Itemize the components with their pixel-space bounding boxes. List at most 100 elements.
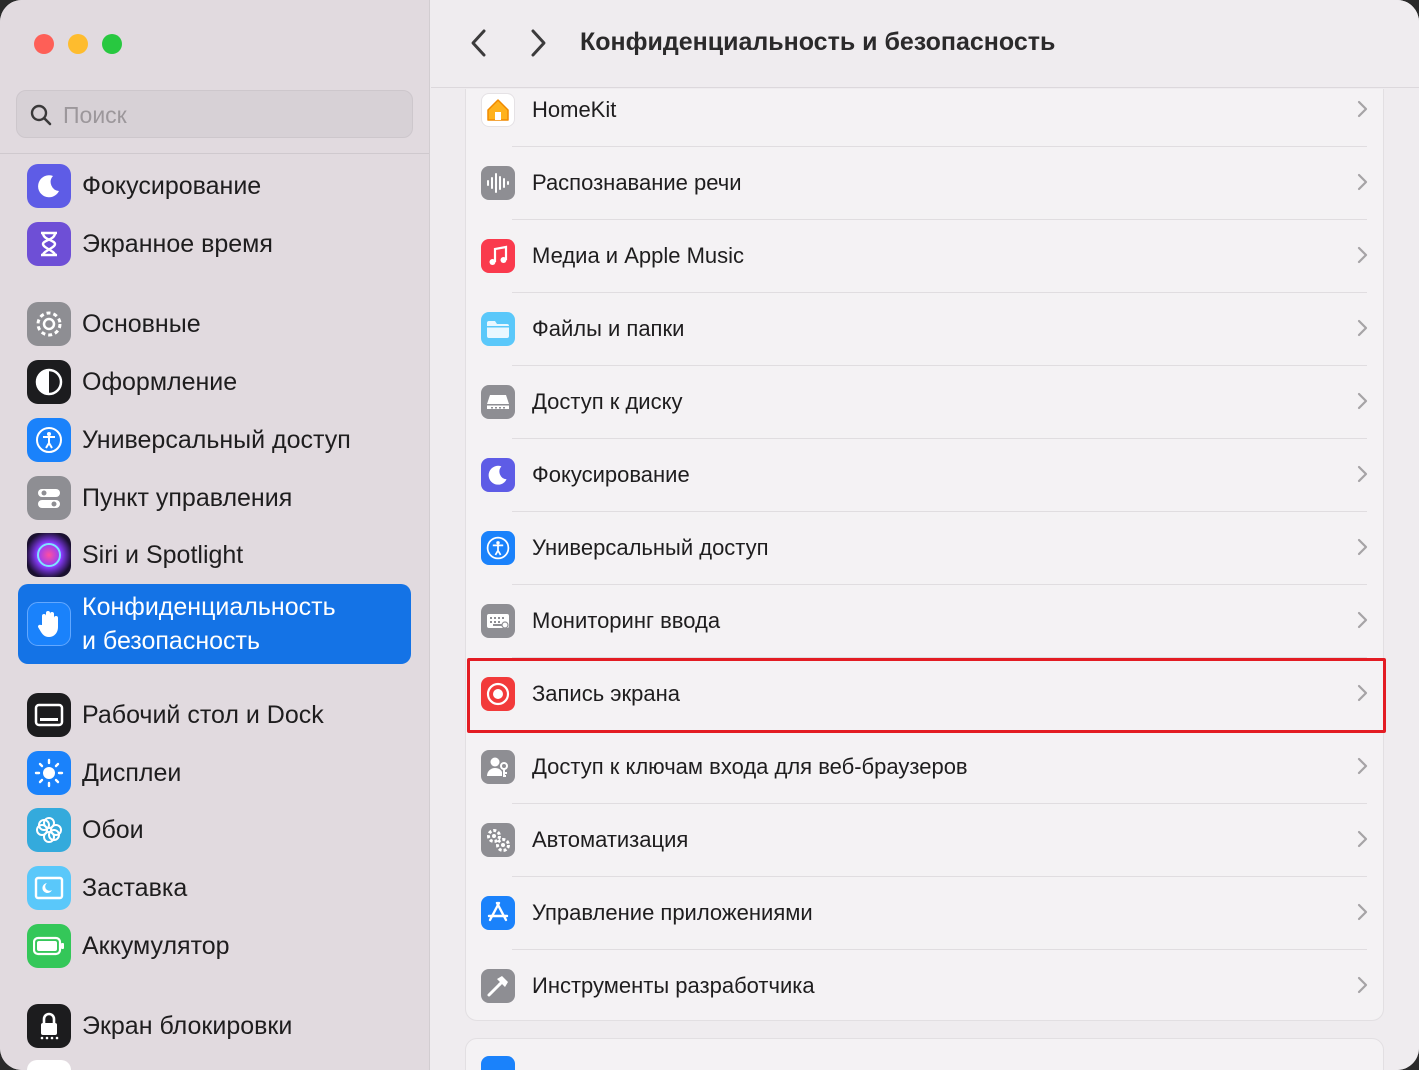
minimize-button[interactable] [68,34,88,54]
chevron-right-icon [1357,173,1368,191]
sidebar-item-label: Фокусирование [82,172,262,200]
row-label: Доступ к диску [532,388,683,414]
home-icon [481,92,515,127]
sidebar-item-label: Заставка [82,874,188,902]
sidebar-item-screen-time[interactable]: Экранное время [18,217,411,271]
control-center-icon [27,476,71,520]
privacy-row-homekit[interactable]: HomeKit [467,73,1384,146]
sidebar-item-general[interactable]: Основные [18,297,411,351]
sidebar-item-label: Универсальный доступ [82,426,351,454]
sidebar-item-siri[interactable]: Siri и Spotlight [18,528,411,582]
settings-window: Поиск Фокусирование Экранное время Основ… [0,0,1419,1070]
lock-icon [27,1004,71,1048]
privacy-row-automation[interactable]: Автоматизация [467,803,1384,876]
row-label: Универсальный доступ [532,534,769,560]
privacy-row-files-folders[interactable]: Файлы и папки [467,292,1384,365]
next-group [465,1038,1384,1070]
row-label: Фокусирование [532,461,690,487]
sidebar: Поиск Фокусирование Экранное время Основ… [0,0,430,1070]
row-label: Мониторинг ввода [532,607,721,633]
sidebar-item-battery[interactable]: Аккумулятор [18,919,411,973]
chevron-right-icon [1357,465,1368,483]
privacy-row-input-monitoring[interactable]: Мониторинг ввода [467,584,1384,657]
row-label: Файлы и папки [532,315,685,341]
chevron-right-icon [1357,757,1368,775]
back-button[interactable] [464,26,494,60]
sidebar-item-wallpaper[interactable]: Обои [18,803,411,857]
close-button[interactable] [34,34,54,54]
siri-icon [27,533,71,577]
hammer-icon [481,968,515,1003]
sidebar-item-displays[interactable]: Дисплеи [18,746,411,800]
next-row-icon [481,1056,515,1070]
sidebar-item-lock-screen[interactable]: Экран блокировки [18,999,411,1053]
row-label: Инструменты разработчика [532,972,815,998]
chevron-right-icon [1357,319,1368,337]
privacy-row-speech-recognition[interactable]: Распознавание речи [467,146,1384,219]
chevron-right-icon [1357,246,1368,264]
app-store-icon [481,895,515,930]
waveform-icon [481,165,515,200]
sidebar-item-next-icon [27,1060,71,1070]
folder-icon [481,311,515,346]
privacy-row-focus[interactable]: Фокусирование [467,438,1384,511]
sidebar-item-control-center[interactable]: Пункт управления [18,471,411,525]
sidebar-item-focus[interactable]: Фокусирование [18,159,411,213]
accessibility-icon [481,530,515,565]
disk-icon [481,384,515,419]
chevron-right-icon [1357,392,1368,410]
forward-button[interactable] [523,26,553,60]
sidebar-item-screensaver[interactable]: Заставка [18,861,411,915]
gears-icon [481,822,515,857]
sidebar-item-privacy-security[interactable]: Конфиденциальность и безопасность [18,584,411,664]
chevron-right-icon [1357,830,1368,848]
battery-icon [27,924,71,968]
music-note-icon [481,238,515,273]
window-controls [34,34,122,54]
sidebar-item-label: Дисплеи [82,759,182,787]
row-label: Доступ к ключам входа для веб-браузеров [532,753,968,779]
privacy-row-disk-access[interactable]: Доступ к диску [467,365,1384,438]
row-label: Распознавание речи [532,169,742,195]
row-label: HomeKit [532,96,617,122]
search-placeholder: Поиск [63,102,127,128]
chevron-right-icon [1357,611,1368,629]
privacy-row-screen-recording[interactable]: Запись экрана [467,657,1384,730]
sidebar-item-appearance[interactable]: Оформление [18,355,411,409]
zoom-button[interactable] [102,34,122,54]
screensaver-icon [27,866,71,910]
dock-icon [27,693,71,737]
search-field[interactable]: Поиск [16,90,413,138]
row-label: Управление приложениями [532,899,813,925]
chevron-right-icon [1357,976,1368,994]
sidebar-item-desktop-dock[interactable]: Рабочий стол и Dock [18,688,411,742]
sidebar-item-label: Основные [82,310,201,338]
sidebar-item-label: Аккумулятор [82,932,230,960]
sidebar-item-label: Экран блокировки [82,1012,293,1040]
gear-icon [27,302,71,346]
privacy-row-passkeys-browsers[interactable]: Доступ к ключам входа для веб-браузеров [467,730,1384,803]
privacy-row-developer-tools[interactable]: Инструменты разработчика [467,949,1384,1022]
sidebar-item-accessibility[interactable]: Универсальный доступ [18,413,411,467]
brightness-icon [27,751,71,795]
appearance-icon [27,360,71,404]
moon-icon [27,164,71,208]
chevron-right-icon [1357,538,1368,556]
flower-icon [27,808,71,852]
privacy-row-media-music[interactable]: Медиа и Apple Music [467,219,1384,292]
hourglass-icon [27,222,71,266]
sidebar-item-label: Siri и Spotlight [82,541,244,569]
record-icon [481,676,515,711]
sidebar-item-label: Рабочий стол и Dock [82,701,324,729]
chevron-right-icon [1357,903,1368,921]
hand-icon [27,602,71,646]
row-label: Запись экрана [532,680,681,706]
chevron-right-icon [1357,684,1368,702]
keyboard-icon [481,603,515,638]
privacy-row-app-management[interactable]: Управление приложениями [467,876,1384,949]
search-icon [30,104,52,126]
privacy-row-accessibility[interactable]: Универсальный доступ [467,511,1384,584]
row-label: Автоматизация [532,826,689,852]
sidebar-item-label: Экранное время [82,230,273,258]
sidebar-item-label: Конфиденциальность и безопасность [82,593,336,655]
